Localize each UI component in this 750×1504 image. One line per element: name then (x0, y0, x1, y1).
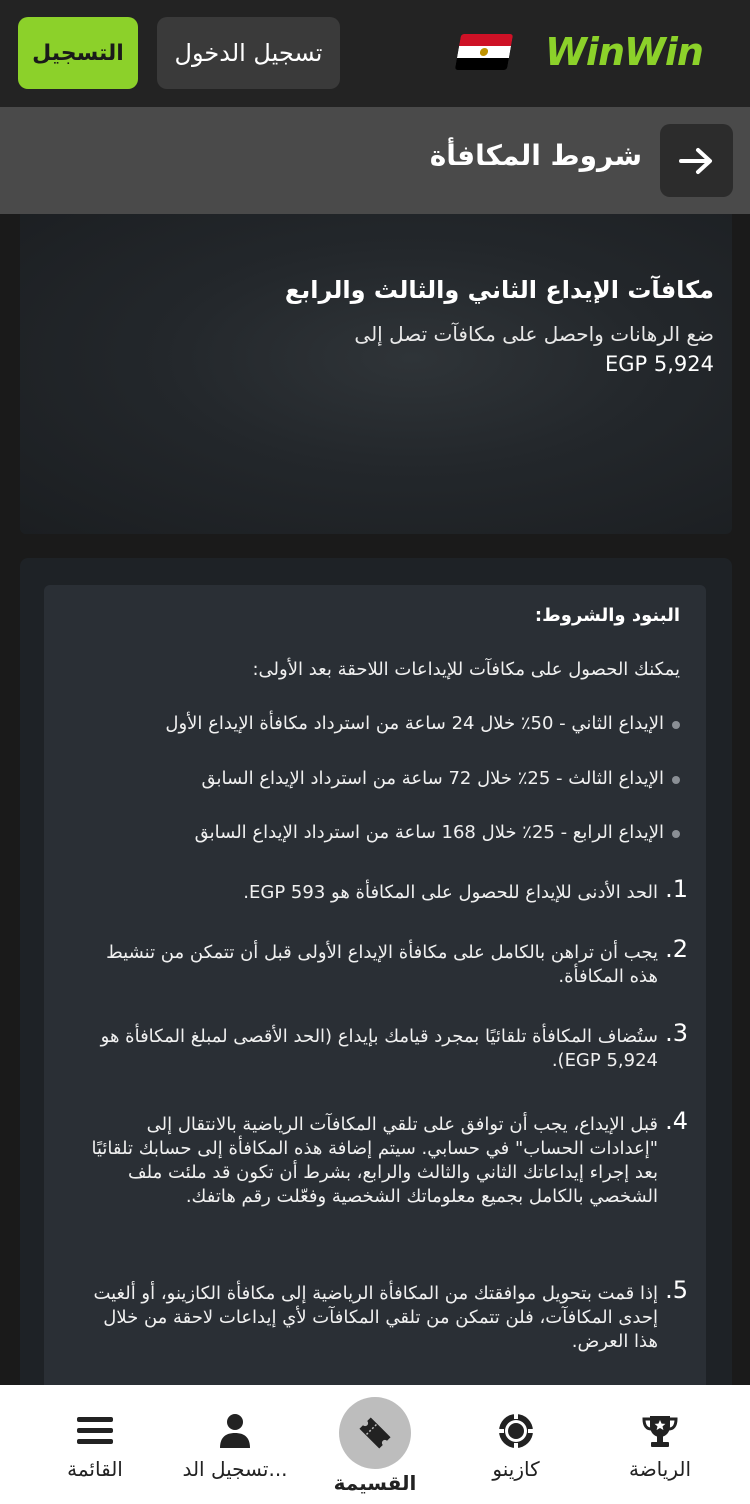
banner-amount: EGP 5,924 (605, 352, 714, 376)
nav-sports[interactable]: الرياضة (610, 1385, 710, 1504)
bullet-dot (672, 721, 680, 729)
nav-coupon[interactable]: القسيمة (325, 1385, 425, 1504)
item-number: 2. (665, 935, 688, 963)
top-header: التسجيل تسجيل الدخول WinWin (0, 0, 750, 107)
terms-list-item: 4. قبل الإيداع، يجب أن توافق على تلقي ال… (90, 1109, 688, 1209)
winwin-logo[interactable]: WinWin (545, 30, 704, 74)
bullet-item: الإيداع الثالث - 25٪ خلال 72 ساعة من است… (201, 768, 664, 789)
terms-heading: البنود والشروط: (534, 605, 680, 626)
item-text: الحد الأدنى للإيداع للحصول على المكافأة … (243, 882, 658, 903)
terms-list-item: 3. ستُضاف المكافأة تلقائيًا بمجرد قيامك … (90, 1021, 688, 1073)
nav-register-label: تسجيل الد... (182, 1457, 288, 1481)
nav-coupon-label: القسيمة (333, 1471, 417, 1495)
back-button[interactable] (660, 124, 733, 197)
trophy-icon (641, 1411, 679, 1451)
user-icon (217, 1411, 253, 1451)
item-number: 5. (665, 1276, 688, 1304)
item-text: قبل الإيداع، يجب أن توافق على تلقي المكا… (91, 1114, 658, 1207)
banner-heading: مكافآت الإيداع الثاني والثالث والرابع (284, 276, 714, 304)
terms-list-item: 1. الحد الأدنى للإيداع للحصول على المكاف… (90, 877, 688, 905)
item-text: يجب أن تراهن بالكامل على مكافأة الإيداع … (106, 942, 658, 987)
bottom-nav: الرياضة كازينو القسيمة تسجيل الد... القا… (0, 1385, 750, 1504)
register-button[interactable]: التسجيل (18, 17, 138, 89)
bullet-dot (672, 830, 680, 838)
terms-intro: يمكنك الحصول على مكافآت للإيداعات اللاحق… (252, 659, 680, 680)
arrow-right-icon (678, 147, 712, 174)
item-text: ستُضاف المكافأة تلقائيًا بمجرد قيامك بإي… (100, 1026, 658, 1071)
terms-card: البنود والشروط: يمكنك الحصول على مكافآت … (44, 585, 706, 1388)
egypt-flag-icon[interactable] (454, 34, 514, 70)
item-number: 1. (665, 875, 688, 903)
item-number: 3. (665, 1019, 688, 1047)
coupon-circle (339, 1397, 411, 1469)
nav-casino[interactable]: كازينو (466, 1385, 566, 1504)
nav-menu-label: القائمة (67, 1457, 123, 1481)
ticket-icon (359, 1417, 391, 1449)
nav-casino-label: كازينو (492, 1457, 540, 1481)
page-title-bar: شروط المكافأة (0, 107, 750, 214)
login-button[interactable]: تسجيل الدخول (157, 17, 340, 89)
terms-list-item: 5. إذا قمت بتحويل موافقتك من المكافأة ال… (90, 1278, 688, 1354)
nav-menu[interactable]: القائمة (45, 1385, 145, 1504)
nav-sports-label: الرياضة (628, 1457, 692, 1481)
casino-chip-icon (497, 1411, 535, 1451)
bullet-item: الإيداع الرابع - 25٪ خلال 168 ساعة من اس… (194, 822, 664, 843)
item-number: 4. (665, 1107, 688, 1135)
terms-list-item: 2. يجب أن تراهن بالكامل على مكافأة الإيد… (90, 937, 688, 989)
page-title: شروط المكافأة (429, 139, 642, 172)
bullet-item: الإيداع الثاني - 50٪ خلال 24 ساعة من است… (165, 713, 664, 734)
item-text: إذا قمت بتحويل موافقتك من المكافأة الريا… (93, 1283, 658, 1352)
nav-register[interactable]: تسجيل الد... (170, 1385, 300, 1504)
banner-subtitle: ضع الرهانات واحصل على مكافآت تصل إلى (354, 322, 714, 346)
bonus-banner: مكافآت الإيداع الثاني والثالث والرابع ضع… (20, 214, 732, 534)
bullet-dot (672, 776, 680, 784)
menu-icon (76, 1411, 114, 1451)
